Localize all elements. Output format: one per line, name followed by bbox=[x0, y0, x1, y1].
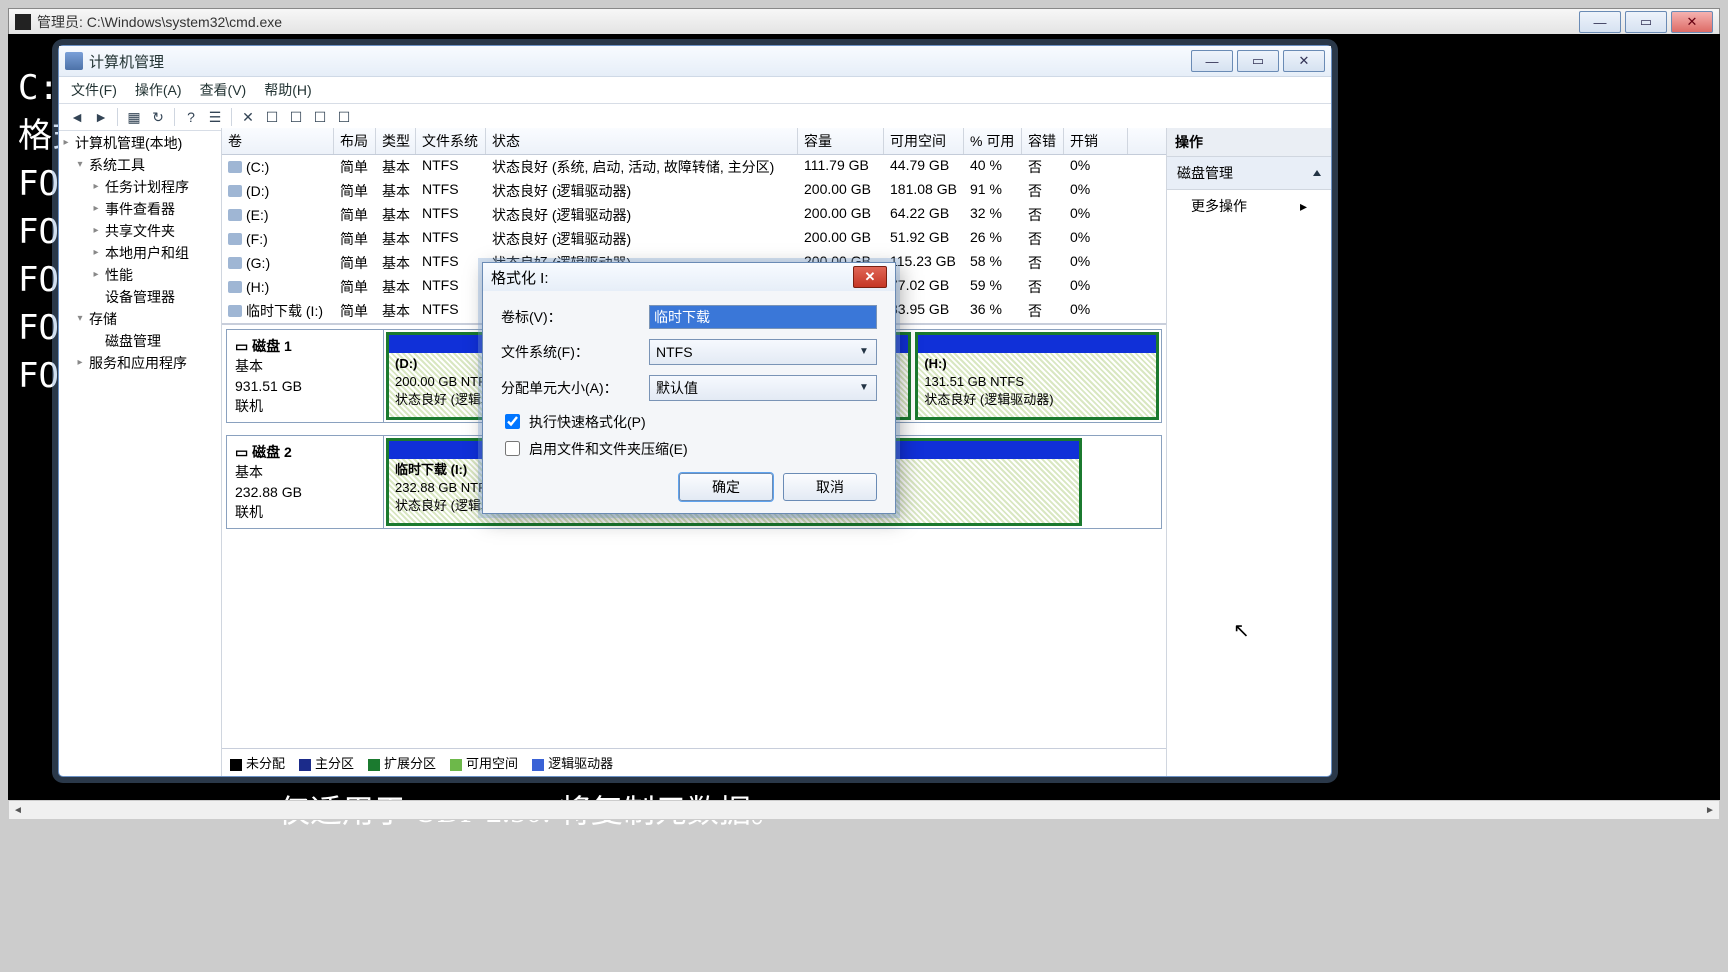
drive-icon bbox=[228, 209, 242, 221]
properties-button[interactable]: ▦ bbox=[124, 107, 144, 127]
volume-label-input[interactable] bbox=[649, 305, 877, 329]
view-list-button[interactable]: ☰ bbox=[205, 107, 225, 127]
chevron-down-icon: ▼ bbox=[856, 379, 872, 395]
mgmt-maximize-button[interactable]: ▭ bbox=[1237, 50, 1279, 72]
table-row[interactable]: (D:)简单基本NTFS状态良好 (逻辑驱动器)200.00 GB181.08 … bbox=[222, 179, 1166, 203]
tree-systools[interactable]: 系统工具 bbox=[89, 154, 145, 176]
table-row[interactable]: (F:)简单基本NTFS状态良好 (逻辑驱动器)200.00 GB51.92 G… bbox=[222, 227, 1166, 251]
cmd-title: 管理员: C:\Windows\system32\cmd.exe bbox=[37, 12, 1579, 32]
tree-shared[interactable]: 共享文件夹 bbox=[105, 220, 175, 242]
drive-icon bbox=[228, 305, 242, 317]
tree-diskmgmt[interactable]: 磁盘管理 bbox=[105, 330, 161, 352]
dialog-titlebar[interactable]: 格式化 I: ✕ bbox=[483, 263, 895, 291]
drive-icon bbox=[228, 281, 242, 293]
tree-eventviewer[interactable]: 事件查看器 bbox=[105, 198, 175, 220]
menu-view[interactable]: 查看(V) bbox=[200, 80, 247, 100]
tree-services[interactable]: 服务和应用程序 bbox=[89, 352, 187, 374]
drive-icon bbox=[228, 161, 242, 173]
mgmt-tree[interactable]: ▸计算机管理(本地) ▾系统工具 ▸任务计划程序 ▸事件查看器 ▸共享文件夹 ▸… bbox=[59, 128, 222, 776]
chevron-right-icon: ▸ bbox=[1300, 198, 1307, 215]
cmd-maximize-button[interactable]: ▭ bbox=[1625, 11, 1667, 33]
mgmt-minimize-button[interactable]: — bbox=[1191, 50, 1233, 72]
back-button[interactable]: ◄ bbox=[67, 107, 87, 127]
refresh-button[interactable]: ↻ bbox=[148, 107, 168, 127]
format-dialog: 格式化 I: ✕ 卷标(V)： 文件系统(F)： NTFS▼ 分配单元大小(A)… bbox=[482, 262, 896, 514]
alloc-label: 分配单元大小(A)： bbox=[501, 378, 649, 398]
drive-icon bbox=[228, 257, 242, 269]
chevron-down-icon: ▼ bbox=[856, 343, 872, 359]
actions-pane: 操作 磁盘管理 更多操作▸ bbox=[1167, 128, 1331, 776]
tree-perf[interactable]: 性能 bbox=[105, 264, 133, 286]
help-button[interactable]: ? bbox=[181, 107, 201, 127]
quick-format-checkbox[interactable] bbox=[505, 414, 520, 429]
legend-bar: 未分配 主分区 扩展分区 可用空间 逻辑驱动器 bbox=[222, 748, 1166, 776]
dialog-close-button[interactable]: ✕ bbox=[853, 266, 887, 288]
collapse-icon bbox=[1313, 170, 1321, 176]
tree-localusers[interactable]: 本地用户和组 bbox=[105, 242, 189, 264]
delete-button[interactable]: ✕ bbox=[238, 107, 258, 127]
tool-b-button[interactable]: ☐ bbox=[286, 107, 306, 127]
partition[interactable]: (H:)131.51 GB NTFS状态良好 (逻辑驱动器) bbox=[915, 332, 1159, 420]
allocation-select[interactable]: 默认值▼ bbox=[649, 375, 877, 401]
table-row[interactable]: (E:)简单基本NTFS状态良好 (逻辑驱动器)200.00 GB64.22 G… bbox=[222, 203, 1166, 227]
disk-info: ▭ 磁盘 1 基本 931.51 GB 联机 bbox=[227, 330, 384, 422]
mgmt-close-button[interactable]: ✕ bbox=[1283, 50, 1325, 72]
compression-checkbox[interactable] bbox=[505, 441, 520, 456]
tool-c-button[interactable]: ☐ bbox=[310, 107, 330, 127]
vol-label: 卷标(V)： bbox=[501, 307, 649, 327]
tree-tasksched[interactable]: 任务计划程序 bbox=[105, 176, 189, 198]
mgmt-title: 计算机管理 bbox=[89, 51, 1191, 72]
filesystem-select[interactable]: NTFS▼ bbox=[649, 339, 877, 365]
cmd-icon bbox=[15, 14, 31, 30]
cmd-minimize-button[interactable]: — bbox=[1579, 11, 1621, 33]
volumes-header: 卷布局类型文件系统状态容量可用空间% 可用容错开销 bbox=[222, 128, 1166, 155]
table-row[interactable]: (C:)简单基本NTFS状态良好 (系统, 启动, 活动, 故障转储, 主分区)… bbox=[222, 155, 1166, 179]
outer-scrollbar[interactable]: ◄ ► bbox=[8, 800, 1720, 820]
actions-group[interactable]: 磁盘管理 bbox=[1167, 157, 1331, 190]
mgmt-toolbar: ◄ ► ▦ ↻ ? ☰ ✕ ☐ ☐ ☐ ☐ bbox=[59, 104, 1331, 131]
mgmt-menubar[interactable]: 文件(F) 操作(A) 查看(V) 帮助(H) bbox=[59, 77, 1331, 104]
cmd-titlebar[interactable]: 管理员: C:\Windows\system32\cmd.exe — ▭ ✕ bbox=[8, 8, 1720, 36]
tree-root[interactable]: 计算机管理(本地) bbox=[75, 132, 182, 154]
compression-label: 启用文件和文件夹压缩(E) bbox=[529, 439, 688, 459]
drive-icon bbox=[228, 185, 242, 197]
tree-storage[interactable]: 存储 bbox=[89, 308, 117, 330]
tool-d-button[interactable]: ☐ bbox=[334, 107, 354, 127]
menu-file[interactable]: 文件(F) bbox=[71, 80, 117, 100]
ok-button[interactable]: 确定 bbox=[679, 473, 773, 501]
fs-label: 文件系统(F)： bbox=[501, 342, 649, 362]
more-actions[interactable]: 更多操作▸ bbox=[1167, 190, 1331, 222]
forward-button[interactable]: ► bbox=[91, 107, 111, 127]
mgmt-icon bbox=[65, 52, 83, 70]
menu-help[interactable]: 帮助(H) bbox=[264, 80, 311, 100]
quick-format-label: 执行快速格式化(P) bbox=[529, 412, 646, 432]
tool-a-button[interactable]: ☐ bbox=[262, 107, 282, 127]
disk-info: ▭ 磁盘 2 基本 232.88 GB 联机 bbox=[227, 436, 384, 528]
dialog-title: 格式化 I: bbox=[491, 267, 853, 288]
mgmt-titlebar[interactable]: 计算机管理 — ▭ ✕ bbox=[59, 46, 1331, 77]
cancel-button[interactable]: 取消 bbox=[783, 473, 877, 501]
actions-header: 操作 bbox=[1167, 128, 1331, 157]
cmd-close-button[interactable]: ✕ bbox=[1671, 11, 1713, 33]
menu-action[interactable]: 操作(A) bbox=[135, 80, 182, 100]
drive-icon bbox=[228, 233, 242, 245]
tree-devmgr[interactable]: 设备管理器 bbox=[105, 286, 175, 308]
